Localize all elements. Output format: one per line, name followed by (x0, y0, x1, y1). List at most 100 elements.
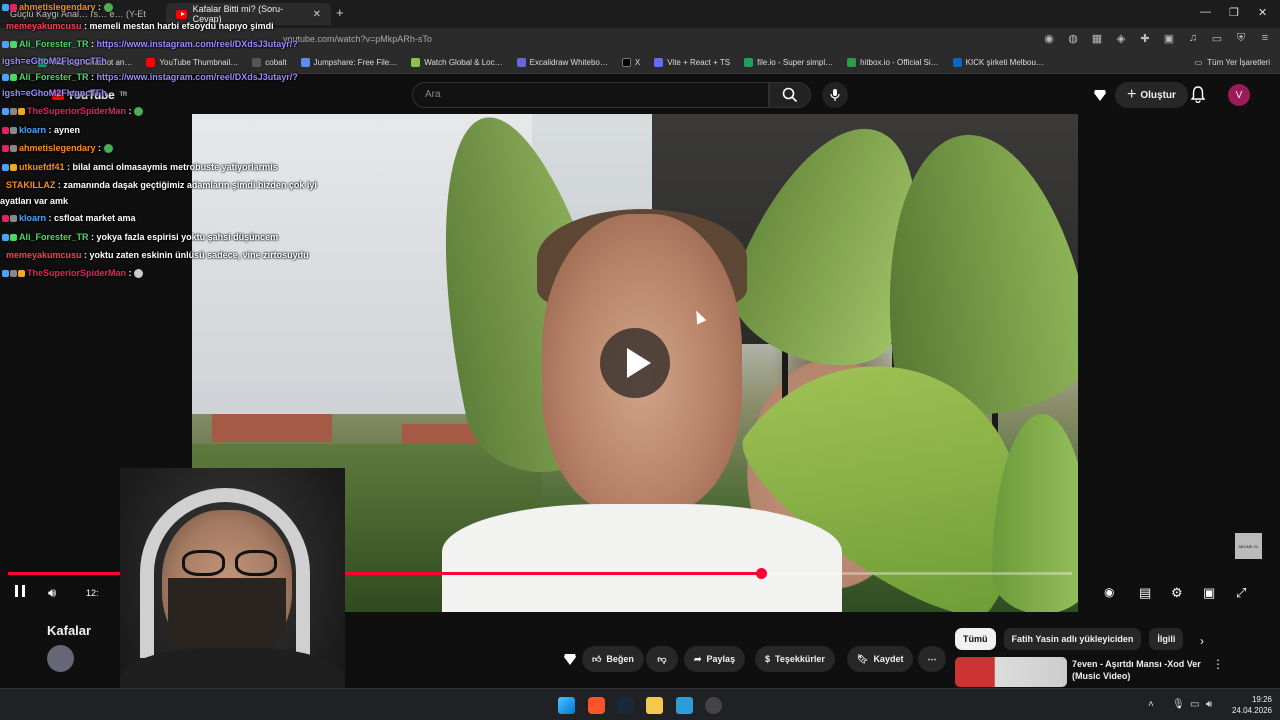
save-button[interactable]: 🔖︎ Kaydet (847, 646, 914, 672)
chat-message: memeyakumcusu : memeli mestan harbi efso… (6, 21, 274, 31)
windows-taskbar: ˄ 🎙︎ ▭ 🔊︎ 19:26 24.04.2026 (0, 688, 1280, 720)
shield-icon[interactable]: ⛨ (1234, 32, 1248, 45)
chat-message: STAKILLAZ : zamanında daşak geçtiğimiz a… (6, 180, 317, 190)
chat-text: ayatları var amk (0, 196, 69, 206)
chip-all[interactable]: Tümü (955, 628, 996, 650)
puzzle-icon[interactable]: ✚ (1138, 32, 1152, 45)
thumbs-down-icon: 👎︎ (657, 653, 667, 664)
chat-message: memeyakumcusu : yoktu zaten eskinin ünlü… (6, 250, 309, 260)
recommendation-chips: Tümü Fatih Yasin adlı yükleyiciden İlgil… (955, 628, 1184, 650)
sidebar-icon[interactable]: ▣ (1162, 32, 1176, 45)
account-avatar[interactable]: V (1228, 84, 1250, 106)
more-actions-button[interactable]: ⋯ (918, 646, 946, 672)
clock-time: 19:26 (1251, 695, 1272, 704)
volume-icon[interactable]: 🔊︎ (48, 585, 56, 601)
notifications-bell-icon[interactable] (1190, 86, 1206, 108)
create-label: Oluştur (1140, 89, 1176, 101)
microphone-icon[interactable]: 🎙︎ (1172, 699, 1185, 710)
chevron-right-icon[interactable]: › (1200, 634, 1204, 648)
chat-user: STAKILLAZ (6, 180, 56, 190)
chat-text: aynen (54, 125, 81, 135)
wallet-icon[interactable]: ▭ (1210, 32, 1224, 45)
share-button[interactable]: ➦ Paylaş (684, 646, 746, 672)
recommendation-title[interactable]: 7even - Aşırtdı Mansı -Xod Ver (Music Vi… (1072, 658, 1207, 682)
bookmark-label: X (634, 58, 641, 67)
time-display: 12: (86, 588, 99, 598)
bookmark-item[interactable]: hitbox.io - Official Si… (847, 58, 939, 67)
create-button[interactable]: + Oluştur (1115, 82, 1188, 108)
bookmark-label: Excalidraw Whitebo… (529, 58, 608, 67)
chip-related[interactable]: İlgili (1149, 628, 1184, 650)
bookmark-item[interactable]: X (621, 58, 641, 67)
folder-icon: ▭ (1194, 58, 1203, 67)
chat-user: Ali_Forester_TR (19, 72, 89, 82)
chat-link[interactable]: igsh=eGhoM2FlcgncTFh (2, 88, 107, 98)
settings-gear-icon[interactable]: ⚙ (1171, 585, 1183, 601)
extension-icon[interactable]: ◈ (1114, 32, 1128, 45)
fullscreen-icon[interactable]: ⤢ (1236, 585, 1246, 601)
close-window-icon[interactable]: ✕ (1258, 6, 1267, 19)
chat-user: kloarn (19, 213, 47, 223)
all-bookmarks-button[interactable]: ▭ Tüm Yer İşaretleri (1195, 58, 1270, 67)
bookmark-item[interactable]: Watch Global & Loc… (411, 58, 503, 67)
search-input[interactable]: Ara (412, 82, 769, 108)
app-icon[interactable] (705, 697, 722, 714)
like-label: Beğen (606, 654, 634, 664)
bookmark-label: KICK şirketi Melbou… (965, 58, 1044, 67)
steam-icon[interactable] (617, 697, 634, 714)
thanks-label: Teşekkürler (775, 654, 825, 664)
premium-gem-icon[interactable] (1092, 87, 1108, 108)
chat-message: Ali_Forester_TR : https://www.instagram.… (2, 39, 298, 49)
bookmark-item[interactable]: KICK şirketi Melbou… (952, 58, 1044, 67)
network-icon[interactable]: ▭ (1190, 699, 1199, 710)
bookmark-icon: 🔖︎ (857, 653, 869, 664)
microphone-icon (830, 89, 840, 101)
recommendation-thumbnail[interactable] (955, 657, 1067, 687)
minimize-icon[interactable]: — (1200, 6, 1211, 18)
like-button[interactable]: 👍︎ Beğen (582, 646, 644, 672)
chat-text: yoktu zaten eskinin ünlüsü sadece, vine … (89, 250, 309, 260)
file-explorer-icon[interactable] (646, 697, 663, 714)
extension-icon[interactable]: ▦ (1090, 32, 1104, 45)
chat-user: kloarn (19, 125, 47, 135)
extension-icon[interactable]: ◍ (1066, 32, 1080, 45)
system-clock[interactable]: 19:26 24.04.2026 (1232, 694, 1272, 716)
autoplay-toggle-icon[interactable]: ◉ (1104, 585, 1114, 599)
chat-link[interactable]: https://www.instagram.com/reel/DXdsJ3uta… (97, 72, 298, 82)
bookmark-item[interactable]: Vite + React + TS (654, 58, 730, 67)
music-icon[interactable]: ♫ (1186, 32, 1200, 45)
premium-gem-icon[interactable] (562, 651, 578, 672)
windows-start-icon[interactable] (558, 697, 575, 714)
app-icon[interactable] (676, 697, 693, 714)
bookmark-label: Watch Global & Loc… (424, 58, 503, 67)
vite-icon (654, 58, 664, 67)
chat-message: ahmetislegendary : (2, 2, 113, 13)
chat-link[interactable]: igsh=eGhoM2FlcgncTFh (2, 56, 107, 66)
subscribe-watermark[interactable]: ABONE OL (1235, 533, 1262, 559)
chat-message: TheSuperiorSpiderMan : (2, 268, 144, 279)
more-vertical-icon[interactable]: ⋮ (1212, 657, 1224, 671)
distant-roof (212, 414, 332, 442)
chat-message: igsh=eGhoM2FlcgncTFh (2, 56, 107, 66)
brave-browser-icon[interactable] (588, 697, 605, 714)
chip-from-uploader[interactable]: Fatih Yasin adlı yükleyiciden (1003, 628, 1142, 650)
thanks-button[interactable]: $ Teşekkürler (755, 646, 835, 672)
extension-icon[interactable]: ◉ (1042, 32, 1056, 45)
volume-icon[interactable]: 🔊︎ (1206, 699, 1212, 710)
chevron-up-icon[interactable]: ˄ (1148, 699, 1154, 710)
search-button[interactable] (769, 82, 811, 108)
subtitles-icon[interactable]: ▤ (1139, 585, 1151, 601)
menu-icon[interactable]: ≡ (1258, 32, 1272, 45)
pause-button[interactable] (15, 585, 25, 600)
channel-avatar[interactable] (47, 645, 74, 672)
dislike-button[interactable]: 👎︎ (646, 646, 678, 672)
bookmark-item[interactable]: file.io - Super simpl… (744, 58, 833, 67)
bookmark-item[interactable]: Excalidraw Whitebo… (516, 58, 608, 67)
fileio-icon (744, 58, 754, 67)
streamer-webcam (120, 468, 345, 720)
miniplayer-icon[interactable]: ▣ (1203, 585, 1215, 601)
chat-link[interactable]: https://www.instagram.com/reel/DXdsJ3uta… (97, 39, 298, 49)
maximize-icon[interactable]: ❐ (1229, 6, 1239, 19)
voice-search-button[interactable] (822, 82, 848, 108)
play-button[interactable] (600, 328, 670, 398)
